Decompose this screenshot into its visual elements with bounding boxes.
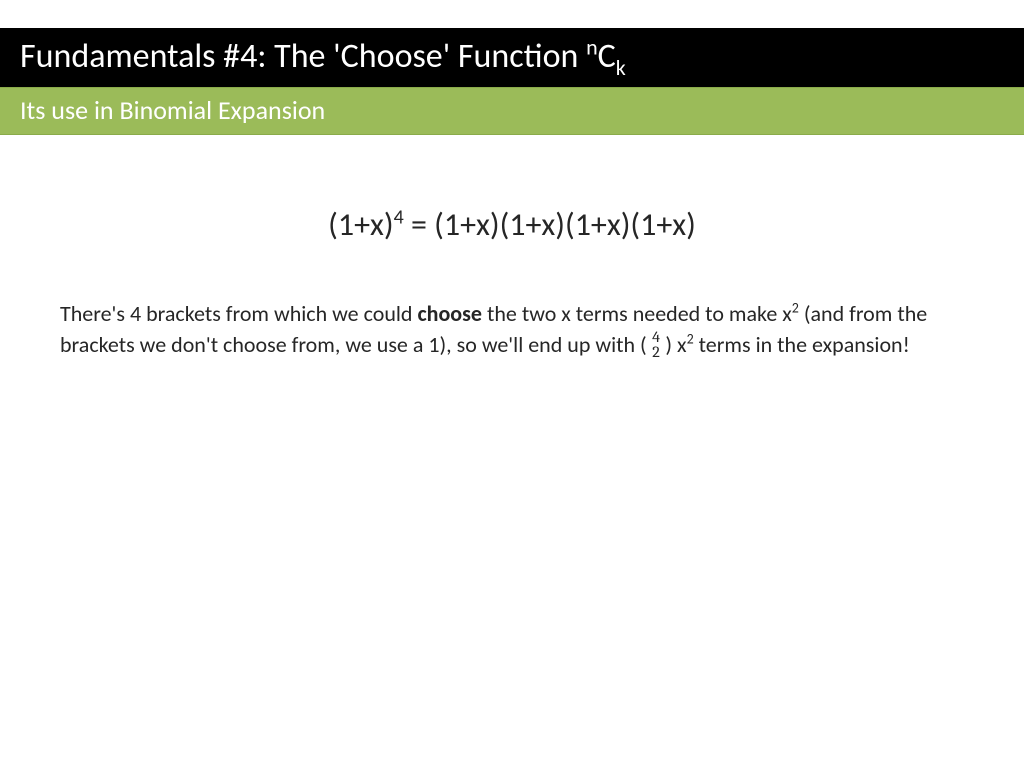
title-subscript-k: k [616, 54, 626, 81]
para-exp2b: 2 [687, 330, 694, 347]
binom-bot: 2 [652, 345, 660, 359]
equation-rhs: = (1+x)(1+x)(1+x)(1+x) [404, 205, 696, 244]
equation-lhs-exp: 4 [394, 205, 404, 229]
title-prefix: Fundamentals #4: The 'Choose' Function [20, 36, 586, 77]
main-equation: (1+x)4 = (1+x)(1+x)(1+x)(1+x) [60, 205, 964, 244]
subtitle-text: Its use in Binomial Expansion [20, 94, 325, 126]
binomial-coefficient: 42 [651, 330, 661, 359]
title-c: C [598, 36, 616, 77]
explanation-paragraph: There's 4 brackets from which we could c… [60, 299, 964, 361]
equation-lhs-base: (1+x) [328, 205, 393, 244]
para-bold-choose: choose [417, 300, 482, 327]
para-exp2a: 2 [792, 300, 799, 317]
title-superscript-n: n [586, 34, 598, 61]
slide-title: Fundamentals #4: The 'Choose' Function n… [0, 28, 1024, 87]
para-t4: ) x [665, 331, 686, 358]
slide-body: (1+x)4 = (1+x)(1+x)(1+x)(1+x) There's 4 … [0, 135, 1024, 401]
para-t5: terms in the expansion! [694, 331, 910, 358]
slide-subtitle: Its use in Binomial Expansion [0, 87, 1024, 135]
para-t1: There's 4 brackets from which we could [60, 300, 417, 327]
para-t2: the two x terms needed to make x [482, 300, 792, 327]
